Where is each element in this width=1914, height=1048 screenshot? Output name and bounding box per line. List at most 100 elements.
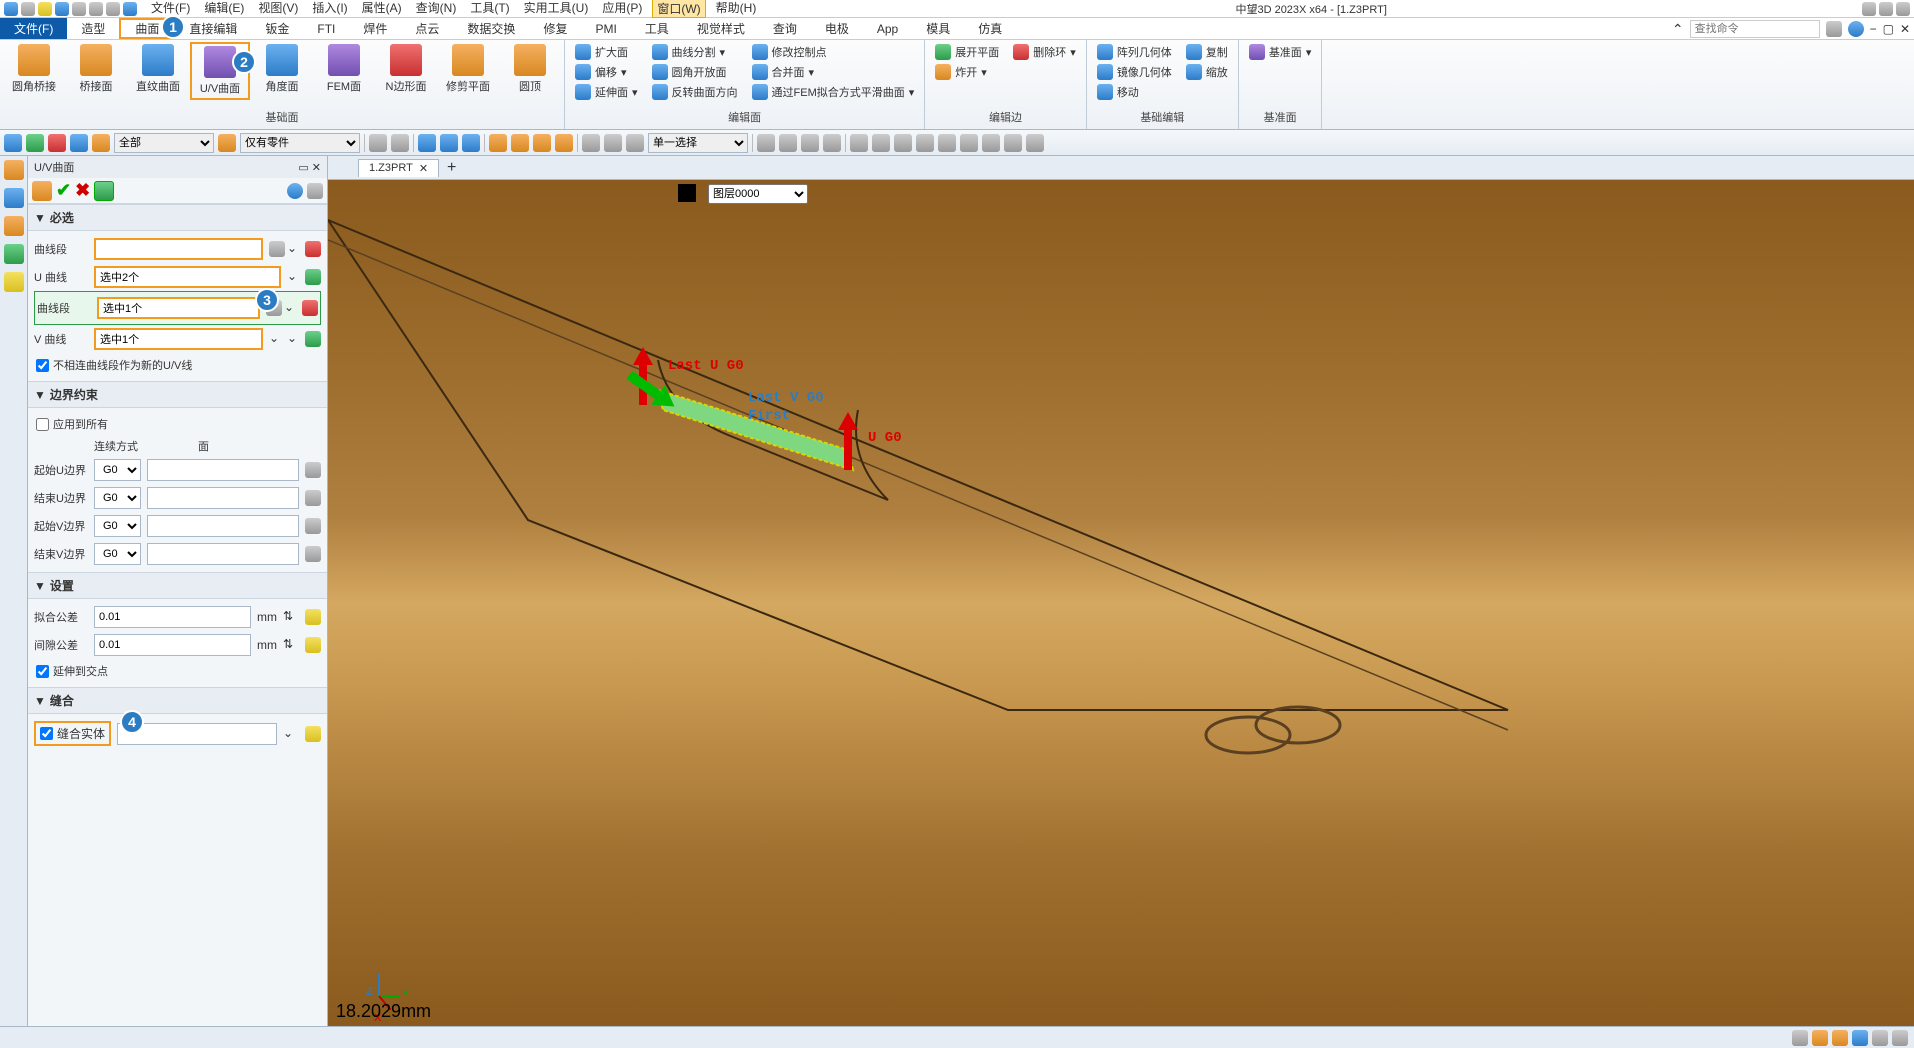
viewport-3d[interactable]: 图层0000 Last U G0 Last V G0 — [328, 180, 1914, 1026]
tb-icon-8[interactable] — [533, 134, 551, 152]
ribbon-tab-sim[interactable]: 仿真 — [964, 18, 1016, 39]
refresh-icon[interactable] — [123, 2, 137, 16]
dock-view-icon[interactable] — [4, 244, 24, 264]
ribbon-tab-visual[interactable]: 视觉样式 — [683, 18, 759, 39]
bound-face-input[interactable] — [147, 515, 299, 537]
menu-view[interactable]: 视图(V) — [254, 0, 302, 18]
menu-query[interactable]: 查询(N) — [412, 0, 461, 18]
mirror-button[interactable]: 镜像几何体 — [1091, 62, 1178, 82]
document-tab[interactable]: 1.Z3PRT✕ — [358, 159, 439, 177]
action-icon[interactable] — [305, 726, 321, 742]
tb-icon-11[interactable] — [604, 134, 622, 152]
add-icon[interactable] — [26, 134, 44, 152]
pick-icon[interactable] — [269, 241, 285, 257]
pick-icon[interactable] — [305, 462, 321, 478]
extend-face-button[interactable]: 延伸面 ▾ — [569, 82, 644, 102]
bound-combo[interactable]: G0 — [94, 487, 141, 509]
chevron-icon[interactable]: ⌄ — [287, 241, 303, 257]
datum-plane-button[interactable]: 基准面 ▾ — [1243, 42, 1318, 62]
dock-tree-icon[interactable] — [4, 188, 24, 208]
sb-icon[interactable] — [1892, 1030, 1908, 1046]
filter-icon[interactable] — [4, 134, 22, 152]
highlight-icon[interactable] — [92, 134, 110, 152]
menu-edit[interactable]: 编辑(E) — [200, 0, 248, 18]
scale-button[interactable]: 缩放 — [1180, 62, 1234, 82]
tb-icon-21[interactable] — [938, 134, 956, 152]
bound-face-input[interactable] — [147, 543, 299, 565]
redo-icon[interactable] — [106, 2, 120, 16]
part-icon[interactable] — [218, 134, 236, 152]
action-icon[interactable] — [305, 637, 321, 653]
ribbon-tab-model[interactable]: 造型 — [67, 18, 119, 39]
discontinuous-checkbox[interactable] — [36, 359, 49, 372]
dock-user-icon[interactable] — [4, 272, 24, 292]
menu-utils[interactable]: 实用工具(U) — [520, 0, 593, 18]
sb-icon[interactable] — [1792, 1030, 1808, 1046]
tb-icon-2[interactable] — [391, 134, 409, 152]
ribbon-tab-fti[interactable]: FTI — [303, 18, 349, 39]
u-curve-input[interactable] — [94, 266, 281, 288]
down-icon[interactable]: ⌄ — [269, 331, 285, 347]
ribbon-tab-weld[interactable]: 焊件 — [349, 18, 401, 39]
menu-tools[interactable]: 工具(T) — [466, 0, 513, 18]
ribbon-tab-exchange[interactable]: 数据交换 — [453, 18, 529, 39]
fit-tol-input[interactable] — [94, 606, 251, 628]
chevron-icon[interactable]: ⌄ — [284, 300, 300, 316]
menu-app[interactable]: 应用(P) — [598, 0, 646, 18]
grid-icon[interactable] — [70, 134, 88, 152]
panel-feature-icon[interactable] — [32, 181, 52, 201]
clear-icon[interactable] — [302, 300, 318, 316]
sew-checkbox[interactable] — [40, 727, 53, 740]
tb-icon-9[interactable] — [555, 134, 573, 152]
bound-combo[interactable]: G0 — [94, 459, 141, 481]
chevron-icon[interactable]: ⌄ — [287, 269, 303, 285]
dock-layer-icon[interactable] — [4, 216, 24, 236]
panel-info-icon[interactable] — [287, 183, 303, 199]
ribbon-tab-electrode[interactable]: 电极 — [811, 18, 863, 39]
new-icon[interactable] — [21, 2, 35, 16]
restore-icon[interactable] — [1879, 2, 1893, 16]
ribbon-tab-sheet[interactable]: 钣金 — [251, 18, 303, 39]
tb-icon-4[interactable] — [440, 134, 458, 152]
minimize-icon[interactable] — [1862, 2, 1876, 16]
applyall-checkbox[interactable] — [36, 418, 49, 431]
gear-icon[interactable] — [1826, 21, 1842, 37]
add-tab-icon[interactable]: + — [439, 159, 464, 177]
apply-icon[interactable] — [305, 269, 321, 285]
tb-icon-17[interactable] — [850, 134, 868, 152]
sb-icon[interactable] — [1852, 1030, 1868, 1046]
ribbon-expand-icon[interactable]: ⌃ — [1672, 21, 1684, 38]
save-icon[interactable] — [55, 2, 69, 16]
ribbon-tab-tools[interactable]: 工具 — [631, 18, 683, 39]
ruled-surface-button[interactable]: 直纹曲面 — [128, 42, 188, 96]
menu-insert[interactable]: 插入(I) — [308, 0, 351, 18]
ribbon-tab-repair[interactable]: 修复 — [529, 18, 581, 39]
select-mode-combo[interactable]: 单一选择 — [648, 133, 748, 153]
cancel-button[interactable]: ✖ — [75, 180, 90, 201]
fem-face-button[interactable]: FEM面 — [314, 42, 374, 96]
sb-icon[interactable] — [1832, 1030, 1848, 1046]
unfold-plane-button[interactable]: 展开平面 — [929, 42, 1005, 62]
move-button[interactable]: 移动 — [1091, 82, 1178, 102]
search-input[interactable] — [1690, 20, 1820, 38]
pick-icon[interactable] — [305, 490, 321, 506]
action-icon[interactable] — [305, 609, 321, 625]
tb-icon-15[interactable] — [801, 134, 819, 152]
tb-icon-10[interactable] — [582, 134, 600, 152]
delete-loop-button[interactable]: 删除环 ▾ — [1007, 42, 1082, 62]
open-icon[interactable] — [38, 2, 52, 16]
curve-seg-input[interactable] — [94, 238, 263, 260]
tb-icon-14[interactable] — [779, 134, 797, 152]
tb-icon-3[interactable] — [418, 134, 436, 152]
tb-icon-22[interactable] — [960, 134, 978, 152]
remove-icon[interactable] — [48, 134, 66, 152]
undo-icon[interactable] — [89, 2, 103, 16]
open-fillet-button[interactable]: 圆角开放面 — [646, 62, 744, 82]
pick-icon[interactable] — [305, 546, 321, 562]
dock-model-icon[interactable] — [4, 160, 24, 180]
tb-icon-12[interactable] — [626, 134, 644, 152]
window-minimize-icon[interactable]: − — [1870, 22, 1877, 36]
merge-face-button[interactable]: 合并面 ▾ — [746, 62, 921, 82]
clear-icon[interactable] — [305, 241, 321, 257]
pattern-button[interactable]: 阵列几何体 — [1091, 42, 1178, 62]
